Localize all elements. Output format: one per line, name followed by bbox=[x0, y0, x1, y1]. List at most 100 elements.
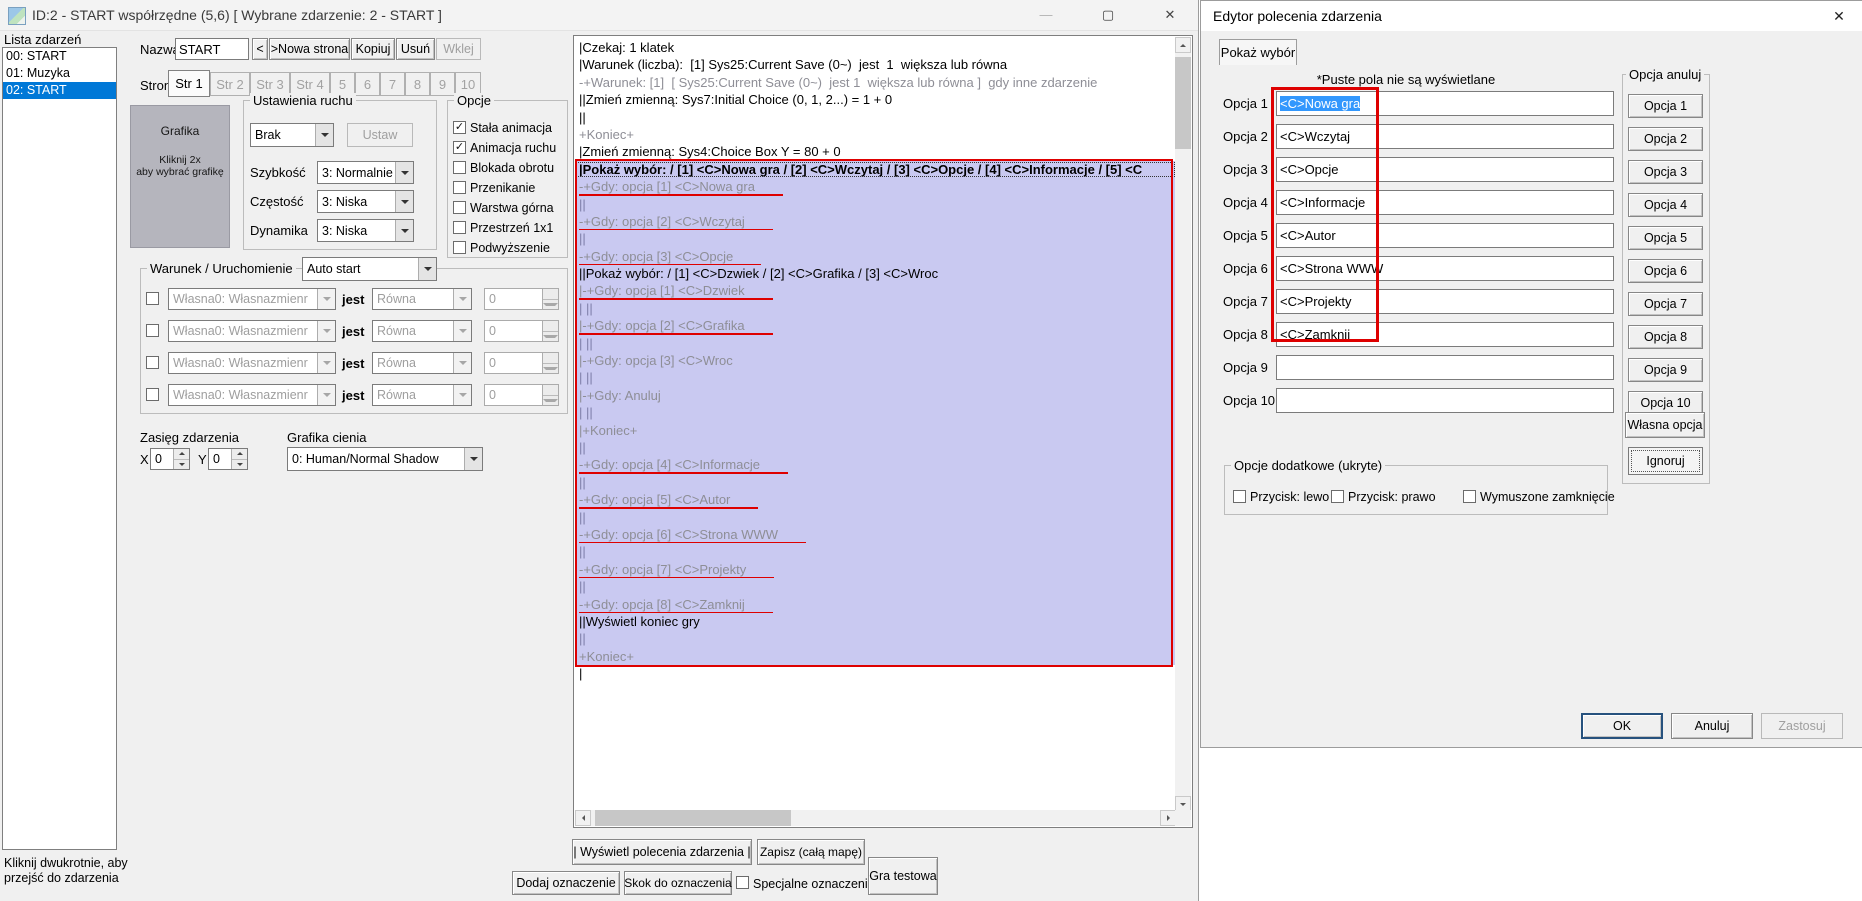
option-checkbox-1[interactable]: ✓ bbox=[453, 121, 466, 134]
horizontal-scrollbar[interactable] bbox=[575, 810, 1176, 826]
command-line[interactable]: |Pokaż wybór: / [1] <C>Nowa gra / [2] <C… bbox=[575, 161, 1176, 178]
command-list[interactable]: |Czekaj: 1 klatek|Warunek (liczba): [1] … bbox=[575, 37, 1176, 812]
command-line[interactable]: -+Gdy: opcja [3] <C>Opcje bbox=[575, 248, 1176, 265]
scroll-up-icon[interactable] bbox=[1175, 37, 1191, 53]
command-line[interactable]: -+Gdy: opcja [4] <C>Informacje bbox=[575, 456, 1176, 473]
shadow-dropdown[interactable]: 0: Human/Normal Shadow bbox=[287, 447, 483, 471]
special-marker-checkbox[interactable] bbox=[736, 876, 749, 889]
command-line[interactable]: +Koniec+ bbox=[575, 126, 1176, 143]
close-button[interactable]: ✕ bbox=[1148, 0, 1192, 29]
cancel-option-button-opcja-6[interactable]: Opcja 6 bbox=[1628, 259, 1703, 283]
list-item[interactable]: 01: Muzyka bbox=[3, 65, 116, 82]
extra-option-checkbox-3[interactable] bbox=[1463, 490, 1476, 503]
name-button-1[interactable]: < bbox=[252, 38, 268, 60]
command-line[interactable]: -+Gdy: opcja [7] <C>Projekty bbox=[575, 561, 1176, 578]
command-line[interactable]: || bbox=[575, 509, 1176, 526]
event-graphic-box[interactable]: Grafika Kliknij 2x aby wybrać grafikę bbox=[130, 105, 230, 248]
horizontal-scroll-thumb[interactable] bbox=[595, 810, 791, 826]
command-line[interactable]: | || bbox=[575, 369, 1176, 386]
option-checkbox-2[interactable]: ✓ bbox=[453, 141, 466, 154]
command-line[interactable]: -+Warunek: [1] [ Sys25:Current Save (0~)… bbox=[575, 74, 1176, 91]
spinner-arrows-icon[interactable] bbox=[173, 449, 189, 469]
command-line[interactable]: || bbox=[575, 230, 1176, 247]
command-line[interactable]: || bbox=[575, 543, 1176, 560]
command-line[interactable]: || bbox=[575, 474, 1176, 491]
spinner-arrows-icon[interactable] bbox=[231, 449, 247, 469]
command-line[interactable]: | bbox=[575, 665, 1176, 682]
cancel-option-button-opcja-5[interactable]: Opcja 5 bbox=[1628, 226, 1703, 250]
add-marker-button[interactable]: Dodaj oznaczenie bbox=[512, 871, 620, 895]
command-line[interactable]: || bbox=[575, 578, 1176, 595]
command-line[interactable]: |+Koniec+ bbox=[575, 422, 1176, 439]
cancel-option-button-opcja-9[interactable]: Opcja 9 bbox=[1628, 358, 1703, 382]
range-y-stepper[interactable]: 0 bbox=[208, 448, 248, 470]
anuluj-button[interactable]: Anuluj bbox=[1671, 713, 1753, 739]
view-commands-button[interactable]: | Wyświetl polecenia zdarzenia | bbox=[572, 839, 752, 865]
condition-enable-checkbox[interactable] bbox=[146, 292, 159, 305]
name-button-3[interactable]: Kopiuj bbox=[351, 38, 395, 60]
choice-option-input[interactable]: <C>Autor bbox=[1276, 223, 1614, 248]
choice-option-input[interactable]: <C>Wczytaj bbox=[1276, 124, 1614, 149]
extra-option-checkbox-1[interactable] bbox=[1233, 490, 1246, 503]
range-x-stepper[interactable]: 0 bbox=[150, 448, 190, 470]
option-checkbox-5[interactable] bbox=[453, 201, 466, 214]
command-line[interactable]: -+Gdy: opcja [1] <C>Nowa gra bbox=[575, 178, 1176, 195]
command-line[interactable]: -+Gdy: opcja [8] <C>Zamknij bbox=[575, 596, 1176, 613]
cancel-option-button-własna-opcja[interactable]: Własna opcja bbox=[1625, 412, 1705, 438]
command-line[interactable]: |-+Gdy: opcja [2] <C>Grafika bbox=[575, 317, 1176, 334]
minimize-button[interactable]: — bbox=[1024, 0, 1068, 29]
command-line[interactable]: || bbox=[575, 439, 1176, 456]
choice-option-input[interactable] bbox=[1276, 388, 1614, 413]
condition-enable-checkbox[interactable] bbox=[146, 356, 159, 369]
cancel-option-button-opcja-3[interactable]: Opcja 3 bbox=[1628, 160, 1703, 184]
command-line[interactable]: ||Wyświetl koniec gry bbox=[575, 613, 1176, 630]
choice-option-input[interactable]: <C>Zamknij bbox=[1276, 322, 1614, 347]
command-line[interactable]: -+Gdy: opcja [6] <C>Strona WWW bbox=[575, 526, 1176, 543]
movement-field-dropdown[interactable]: 3: Niska bbox=[317, 219, 414, 242]
test-game-button[interactable]: Gra testowa bbox=[868, 857, 938, 895]
choice-option-input[interactable] bbox=[1276, 355, 1614, 380]
vertical-scrollbar[interactable] bbox=[1175, 37, 1191, 812]
choice-option-input[interactable]: <C>Projekty bbox=[1276, 289, 1614, 314]
condition-enable-checkbox[interactable] bbox=[146, 324, 159, 337]
dialog-close-button[interactable]: ✕ bbox=[1824, 5, 1854, 27]
scroll-left-icon[interactable] bbox=[575, 810, 591, 826]
command-line[interactable]: -+Gdy: opcja [5] <C>Autor bbox=[575, 491, 1176, 508]
command-line[interactable]: |-+Gdy: opcja [1] <C>Dzwiek bbox=[575, 282, 1176, 299]
trigger-dropdown[interactable]: Auto start bbox=[302, 257, 437, 281]
movement-field-dropdown[interactable]: 3: Normalnie bbox=[317, 161, 414, 184]
vertical-scroll-thumb[interactable] bbox=[1175, 57, 1191, 149]
command-line[interactable]: +Koniec+ bbox=[575, 648, 1176, 665]
option-checkbox-6[interactable] bbox=[453, 221, 466, 234]
save-map-button[interactable]: Zapisz (całą mapę) bbox=[757, 839, 865, 865]
option-checkbox-4[interactable] bbox=[453, 181, 466, 194]
choice-option-input[interactable]: <C>Strona WWW bbox=[1276, 256, 1614, 281]
choice-option-input[interactable]: <C>Nowa gra bbox=[1276, 91, 1614, 116]
option-checkbox-7[interactable] bbox=[453, 241, 466, 254]
tab-show-choice[interactable]: Pokaż wybór bbox=[1219, 39, 1297, 65]
choice-option-input[interactable]: <C>Informacje bbox=[1276, 190, 1614, 215]
scroll-right-icon[interactable] bbox=[1160, 810, 1176, 826]
movement-type-dropdown[interactable]: Brak bbox=[250, 123, 334, 147]
command-line[interactable]: || bbox=[575, 196, 1176, 213]
name-button-2[interactable]: >Nowa strona bbox=[269, 38, 350, 60]
cancel-option-button-opcja-7[interactable]: Opcja 7 bbox=[1628, 292, 1703, 316]
ok-button[interactable]: OK bbox=[1581, 713, 1663, 739]
movement-field-dropdown[interactable]: 3: Niska bbox=[317, 190, 414, 213]
command-line[interactable]: || bbox=[575, 630, 1176, 647]
command-line[interactable]: | || bbox=[575, 404, 1176, 421]
list-item[interactable]: 00: START bbox=[3, 48, 116, 65]
command-line[interactable]: ||Pokaż wybór: / [1] <C>Dzwiek / [2] <C>… bbox=[575, 265, 1176, 282]
list-item[interactable]: 02: START bbox=[3, 82, 116, 99]
extra-option-checkbox-2[interactable] bbox=[1331, 490, 1344, 503]
option-checkbox-3[interactable] bbox=[453, 161, 466, 174]
command-line[interactable]: |Czekaj: 1 klatek bbox=[575, 39, 1176, 56]
command-line[interactable]: |-+Gdy: Anuluj bbox=[575, 387, 1176, 404]
cancel-option-button-opcja-1[interactable]: Opcja 1 bbox=[1628, 94, 1703, 118]
command-line[interactable]: |-+Gdy: opcja [3] <C>Wroc bbox=[575, 352, 1176, 369]
cancel-option-button-opcja-8[interactable]: Opcja 8 bbox=[1628, 325, 1703, 349]
command-line[interactable]: ||Zmień zmienną: Sys7:Initial Choice (0,… bbox=[575, 91, 1176, 108]
maximize-button[interactable]: ▢ bbox=[1086, 0, 1130, 29]
command-line[interactable]: || bbox=[575, 109, 1176, 126]
choice-option-input[interactable]: <C>Opcje bbox=[1276, 157, 1614, 182]
